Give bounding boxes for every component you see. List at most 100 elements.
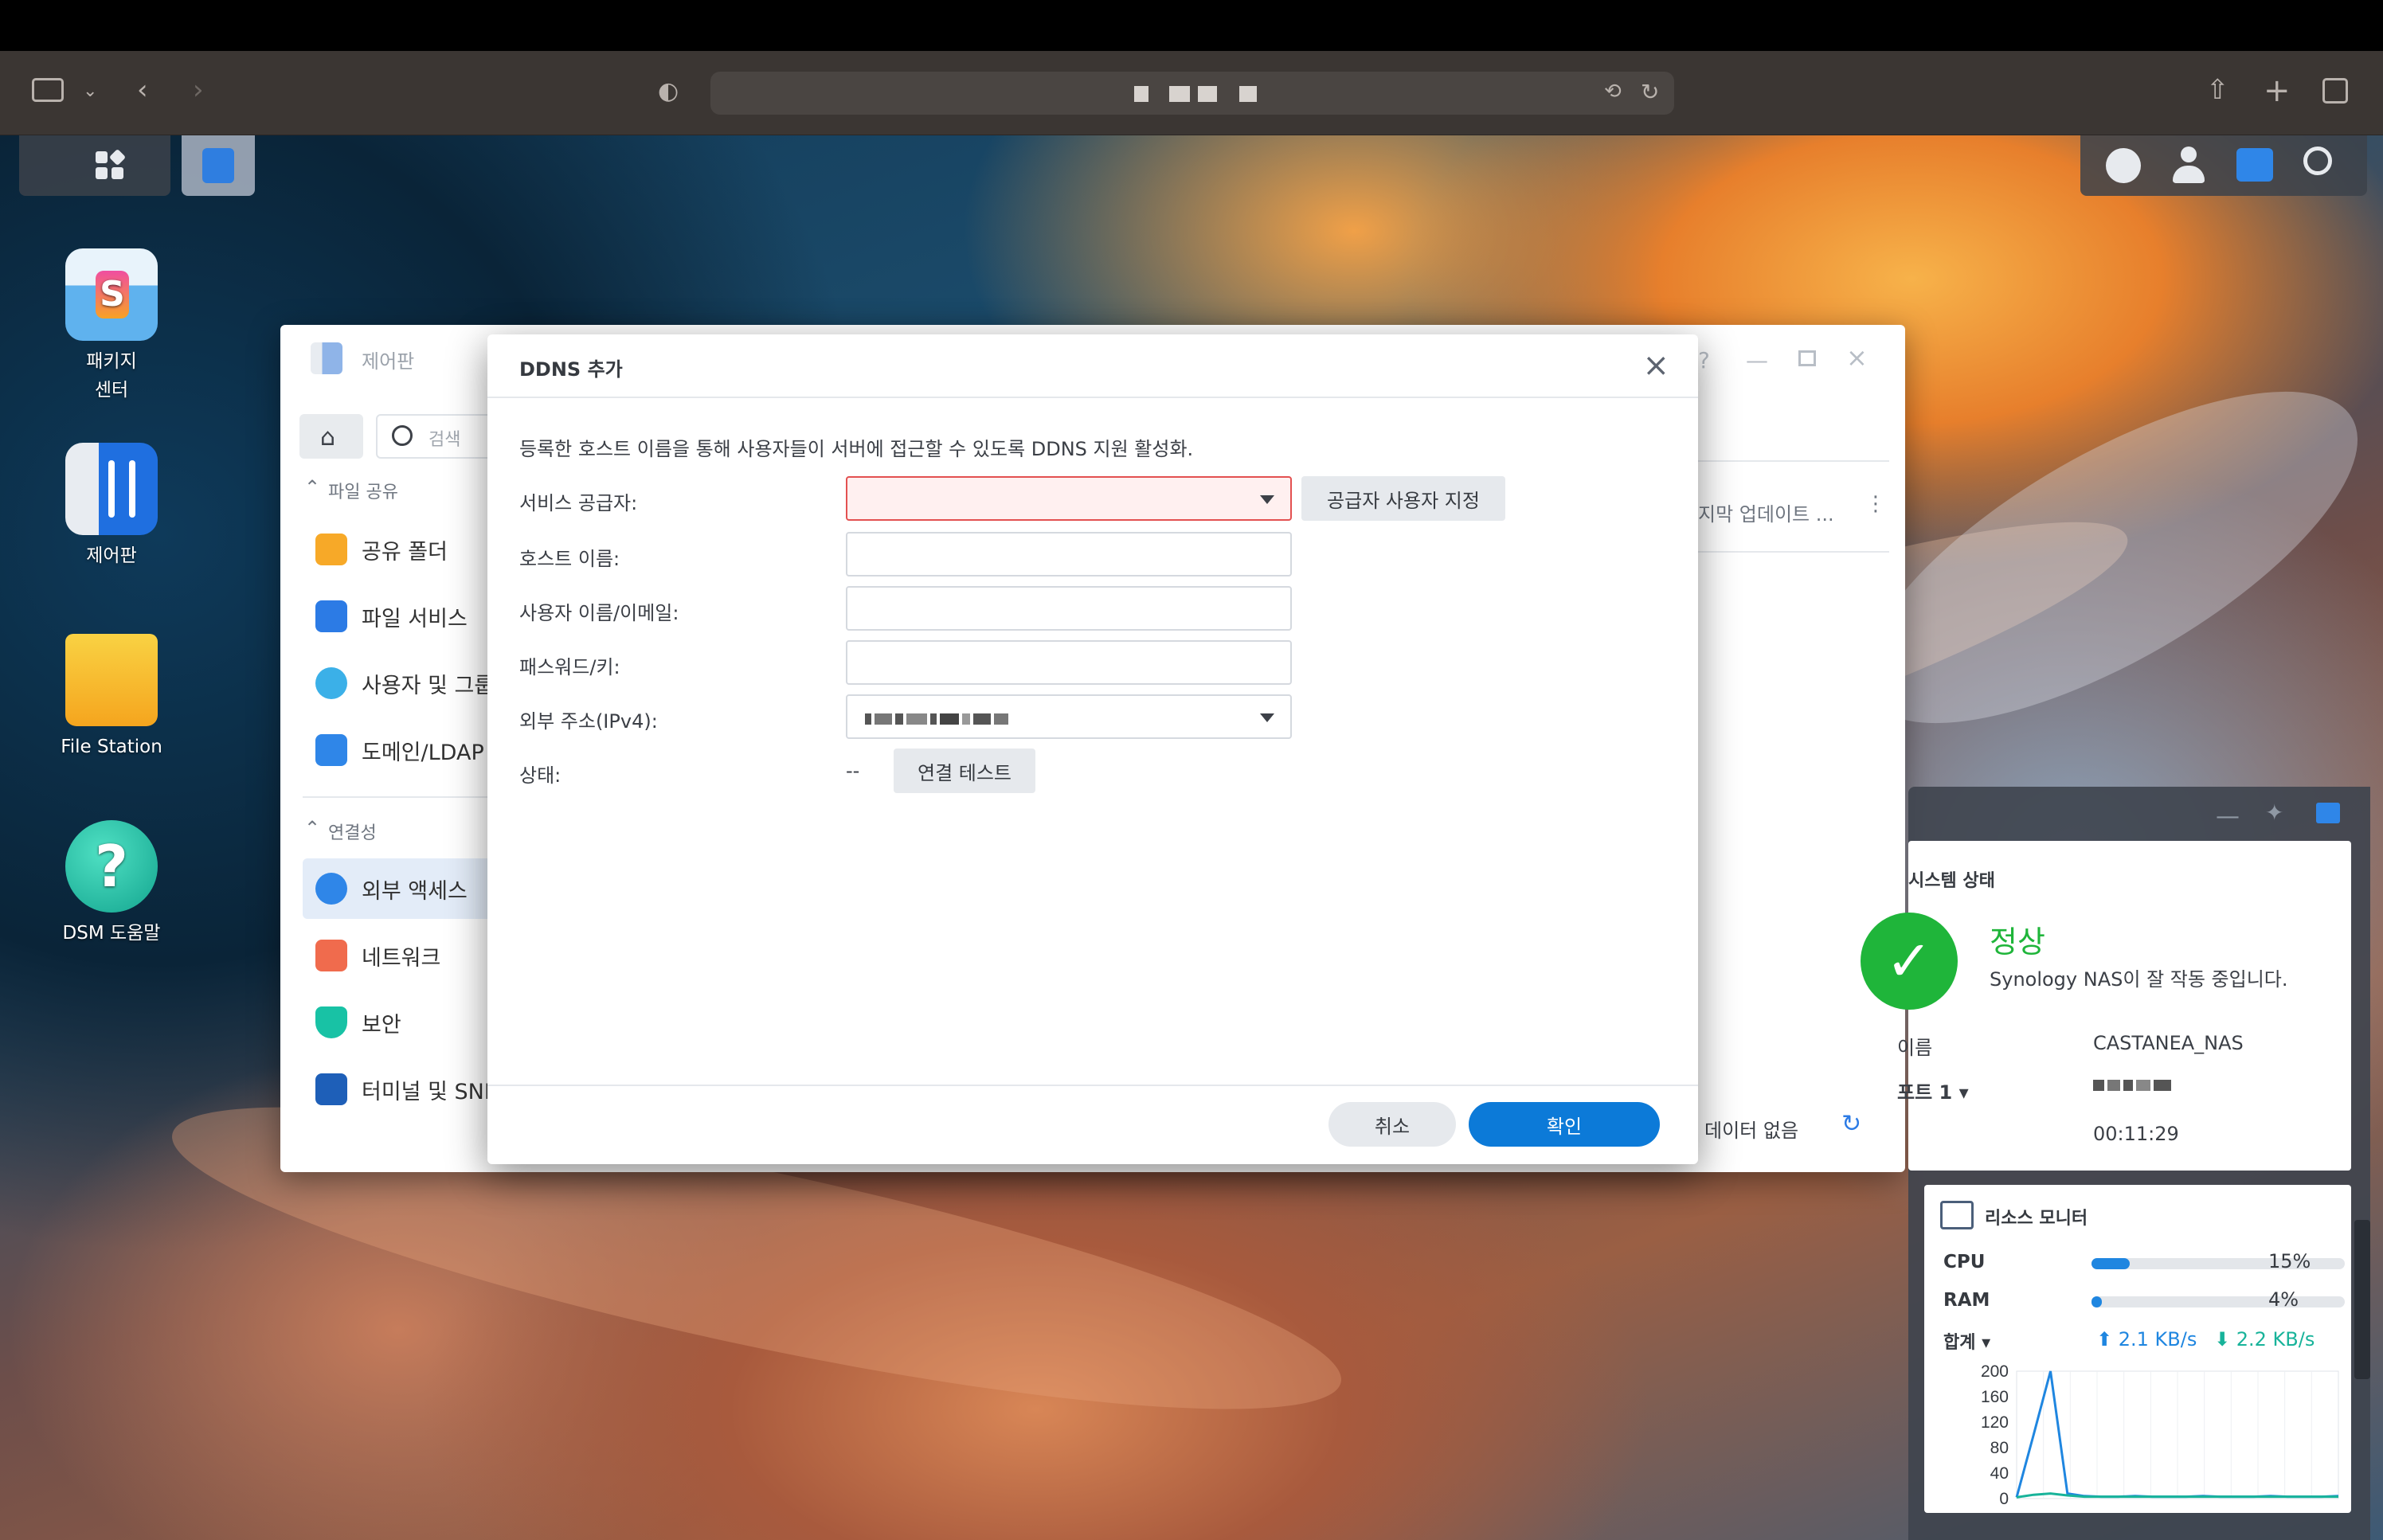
desktop-icon-dsm-help[interactable]: ? DSM 도움말 bbox=[32, 820, 191, 948]
url-pixel bbox=[1198, 86, 1217, 102]
widgets-icon[interactable] bbox=[2236, 148, 2273, 182]
address-bar[interactable]: ⟲ ↻ bbox=[710, 72, 1674, 115]
ok-button[interactable]: 확인 bbox=[1469, 1102, 1660, 1147]
status-text: 정상 bbox=[1990, 924, 2045, 960]
close-icon[interactable]: × bbox=[1846, 342, 1868, 373]
url-pixel bbox=[1169, 86, 1190, 102]
taskbar-main-menu[interactable] bbox=[19, 135, 170, 196]
cpu-bar-fill bbox=[2091, 1258, 2130, 1269]
browser-toolbar: ⌄ ‹ › ◐ ⟲ ↻ ⇧ + bbox=[0, 0, 2383, 135]
section-connectivity[interactable]: 연결성 bbox=[328, 819, 377, 844]
shield-icon bbox=[315, 1006, 347, 1038]
package-center-icon: S bbox=[65, 248, 158, 341]
external-ip-select[interactable] bbox=[846, 694, 1292, 739]
cpu-percent: 15% bbox=[2268, 1250, 2311, 1272]
chevron-down-icon[interactable]: ⌄ bbox=[83, 83, 97, 100]
uptime-value: 00:11:29 bbox=[2093, 1123, 2179, 1145]
caret-down-icon bbox=[1260, 495, 1274, 504]
no-data-text: 데이터 없음 bbox=[1704, 1120, 1799, 1142]
name-value: CASTANEA_NAS bbox=[2093, 1032, 2244, 1054]
reload-icon[interactable]: ↻ bbox=[1641, 81, 1659, 104]
section-file-sharing[interactable]: 파일 공유 bbox=[328, 478, 398, 503]
redacted-ip bbox=[2093, 1077, 2174, 1092]
network-chart: 200 160 120 80 40 0 bbox=[1981, 1365, 2339, 1508]
control-panel-icon bbox=[202, 148, 234, 183]
maximize-icon[interactable] bbox=[1798, 350, 1816, 366]
search-input[interactable]: 검색 bbox=[376, 414, 503, 459]
test-connection-button[interactable]: 연결 테스트 bbox=[894, 749, 1035, 793]
divider bbox=[303, 796, 494, 798]
ram-bar-fill bbox=[2091, 1296, 2102, 1307]
chevron-up-icon[interactable]: ⌃ bbox=[304, 817, 320, 839]
redacted-ip bbox=[865, 710, 1012, 725]
grid-icon[interactable] bbox=[96, 148, 127, 180]
close-icon[interactable]: × bbox=[1642, 347, 1669, 384]
hostname-label: 호스트 이름: bbox=[519, 548, 620, 570]
tabs-icon[interactable] bbox=[2322, 78, 2348, 104]
user-icon[interactable] bbox=[2173, 147, 2205, 183]
y-tick-label: 40 bbox=[1990, 1464, 2009, 1483]
provider-select[interactable] bbox=[846, 476, 1292, 521]
password-input[interactable] bbox=[846, 640, 1292, 685]
search-icon[interactable] bbox=[2303, 147, 2332, 175]
refresh-icon[interactable]: ↻ bbox=[1841, 1110, 1861, 1138]
domain-icon bbox=[315, 734, 347, 766]
search-icon bbox=[392, 425, 413, 446]
forward-icon[interactable]: › bbox=[193, 76, 204, 104]
cancel-button[interactable]: 취소 bbox=[1328, 1102, 1456, 1147]
widget-title: 리소스 모니터 bbox=[1985, 1209, 2088, 1229]
help-icon: ? bbox=[65, 820, 158, 913]
shield-icon[interactable]: ◐ bbox=[658, 80, 679, 104]
taskbar-control-panel[interactable] bbox=[182, 135, 255, 196]
desktop-icon-label: 패키지 센터 bbox=[86, 351, 137, 401]
sidebar-item-label: 파일 서비스 bbox=[362, 606, 468, 631]
desktop-icon-control-panel[interactable]: 제어판 bbox=[32, 443, 191, 570]
translate-icon[interactable]: ⟲ bbox=[1604, 81, 1622, 102]
upload-value: 2.1 KB/s bbox=[2118, 1328, 2197, 1350]
help-icon[interactable]: ? bbox=[1698, 347, 1710, 373]
widget-settings-icon[interactable] bbox=[2316, 803, 2340, 823]
plus-icon[interactable]: + bbox=[2264, 75, 2291, 107]
dialog-title: DDNS 추가 bbox=[519, 358, 623, 381]
desktop-icon-file-station[interactable]: File Station bbox=[32, 634, 191, 761]
sidebar-icon[interactable] bbox=[32, 78, 64, 102]
pin-icon[interactable]: ✦ bbox=[2265, 799, 2283, 826]
url-pixel bbox=[1134, 86, 1148, 102]
cpu-label: CPU bbox=[1943, 1252, 1986, 1272]
share-icon[interactable]: ⇧ bbox=[2206, 76, 2229, 104]
hostname-input[interactable] bbox=[846, 532, 1292, 577]
sidebar-handle[interactable] bbox=[2354, 1220, 2370, 1379]
minimize-icon[interactable]: — bbox=[1746, 347, 1768, 373]
minimize-icon[interactable]: — bbox=[2216, 803, 2240, 831]
search-placeholder: 검색 bbox=[428, 430, 461, 450]
custom-provider-button[interactable]: 공급자 사용자 지정 bbox=[1301, 476, 1505, 521]
desktop-icon-label: 제어판 bbox=[86, 545, 137, 566]
password-label: 패스워드/키: bbox=[519, 656, 620, 678]
url-pixel bbox=[1239, 86, 1257, 102]
ram-bar bbox=[2091, 1296, 2345, 1307]
home-button[interactable]: ⌂ bbox=[299, 414, 363, 459]
folder-icon bbox=[65, 634, 158, 726]
chat-icon[interactable] bbox=[2106, 148, 2141, 183]
network-icon bbox=[315, 940, 347, 971]
y-tick-label: 120 bbox=[1981, 1413, 2009, 1432]
y-tick-label: 0 bbox=[1999, 1490, 2009, 1508]
back-icon[interactable]: ‹ bbox=[137, 76, 148, 104]
total-selector[interactable]: 합계 ▾ bbox=[1943, 1328, 1990, 1354]
username-input[interactable] bbox=[846, 586, 1292, 631]
port-selector[interactable]: 포트 1 ▾ bbox=[1897, 1077, 1969, 1104]
username-label: 사용자 이름/이메일: bbox=[519, 602, 679, 624]
sidebar-item-label: 외부 액세스 bbox=[362, 878, 468, 904]
widget-panel: — ✦ 시스템 상태 ✓ 정상 Synology NAS이 잘 작동 중입니다.… bbox=[1861, 787, 2370, 1540]
sidebar-item-label: 공유 폴더 bbox=[362, 539, 448, 565]
ram-percent: 4% bbox=[2268, 1288, 2299, 1311]
desktop-icon-package-center[interactable]: S 패키지 센터 bbox=[32, 248, 191, 405]
column-header-last-update[interactable]: 지막 업데이트 ... bbox=[1698, 498, 1857, 526]
y-tick-label: 80 bbox=[1990, 1439, 2009, 1457]
divider bbox=[1698, 551, 1889, 553]
more-icon[interactable]: ⋮ bbox=[1865, 492, 1886, 516]
name-label: 이름 bbox=[1897, 1037, 1933, 1059]
chevron-up-icon[interactable]: ⌃ bbox=[304, 476, 320, 498]
provider-label: 서비스 공급자: bbox=[519, 492, 638, 514]
external-ip-label: 외부 주소(IPv4): bbox=[519, 710, 658, 733]
